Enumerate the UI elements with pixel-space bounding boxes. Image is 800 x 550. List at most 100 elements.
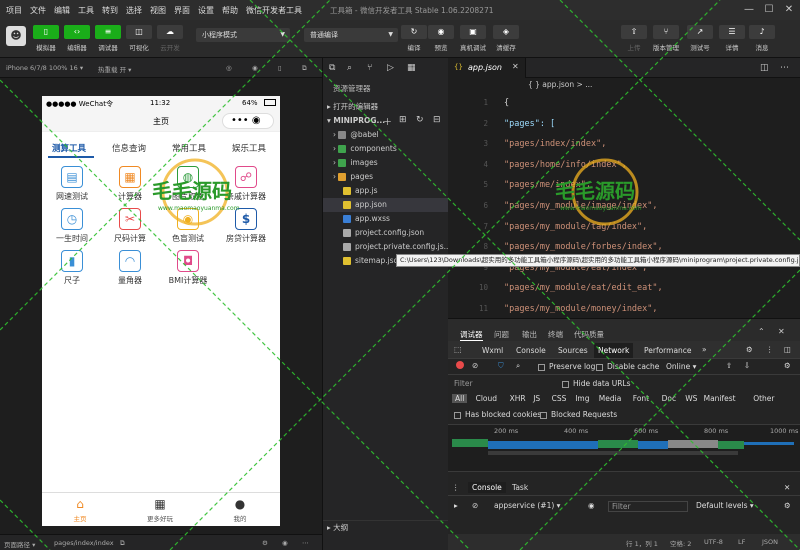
tool-item[interactable]: ▮ 尺子 xyxy=(44,250,100,286)
type-filter-xhr[interactable]: XHR xyxy=(510,394,526,403)
settings-icon[interactable]: ⚙ xyxy=(784,361,791,370)
tool-item[interactable]: ▤ 网速测试 xyxy=(44,166,100,202)
simulator-button[interactable]: ▯ 模拟器 xyxy=(30,25,62,52)
visual-button[interactable]: ◫ 可视化 xyxy=(123,25,155,52)
editor-button[interactable]: ‹› 编辑器 xyxy=(61,25,93,52)
eye-icon[interactable]: ◉ xyxy=(282,539,288,547)
new-folder-icon[interactable]: ⊞ xyxy=(399,115,407,125)
disable-cache-checkbox[interactable]: Disable cache xyxy=(596,362,659,371)
target-icon[interactable]: ◎ xyxy=(226,64,232,72)
settings-icon[interactable]: ⚙ xyxy=(262,539,268,547)
type-filter-js[interactable]: JS xyxy=(533,394,540,403)
tool-item[interactable]: ◷ 一生时间 xyxy=(44,208,100,244)
inspect-icon[interactable]: ⬚ xyxy=(454,345,462,354)
hide-data-urls-checkbox[interactable]: Hide data URLs xyxy=(562,379,631,388)
settings-icon[interactable]: ⚙ xyxy=(784,501,791,510)
clear-cache-button[interactable]: ◈ 清缓存 xyxy=(490,25,522,52)
type-filter-media[interactable]: Media xyxy=(599,394,622,403)
tab-console[interactable]: Console xyxy=(516,346,546,355)
filter-input[interactable]: Filter xyxy=(454,379,554,390)
copy-icon[interactable]: ⧉ xyxy=(120,539,125,548)
hotreload-select[interactable]: 热重载 开 ▾ xyxy=(98,64,131,74)
menu-item-devtools[interactable]: 微信开发者工具 xyxy=(246,5,302,16)
code-line[interactable]: "pages/my_module/money/index", xyxy=(504,304,658,314)
version-button[interactable]: ⑂ 版本管理 xyxy=(650,25,682,52)
dock-icon[interactable]: ◫ xyxy=(784,345,791,354)
capsule-button[interactable]: ••• ◉ xyxy=(222,113,274,129)
bottom-tab-home[interactable]: ⌂ 主页 xyxy=(50,496,110,523)
preserve-log-checkbox[interactable]: Preserve log xyxy=(538,362,595,371)
code-line[interactable]: "pages/home/info/index", xyxy=(504,160,627,170)
tool-item[interactable]: ◘ BMI计算器 xyxy=(160,250,216,286)
menu-item-tools[interactable]: 工具 xyxy=(78,5,94,16)
sidebar-toggle-icon[interactable]: ▸ xyxy=(454,501,458,510)
bottom-tab-more[interactable]: ▦ 更多好玩 xyxy=(130,496,190,523)
mode-select[interactable]: 小程序模式 ▼ xyxy=(196,28,290,42)
type-filter-cloud[interactable]: Cloud xyxy=(476,394,497,403)
tab-output[interactable]: 输出 xyxy=(522,329,537,340)
minimize-icon[interactable]: — xyxy=(742,3,756,17)
menu-item-edit[interactable]: 编辑 xyxy=(54,5,70,16)
type-filter-doc[interactable]: Doc xyxy=(662,394,677,403)
code-line[interactable]: "pages": [ xyxy=(504,119,555,129)
cloud-button[interactable]: ☁ 云开发 xyxy=(154,25,186,52)
settings-icon[interactable]: ⚙ xyxy=(746,345,753,354)
file-item[interactable]: project.config.json xyxy=(323,226,449,240)
tool-item[interactable]: ✂ 尺码计算 xyxy=(102,208,158,244)
tab-debugger[interactable]: 调试器 xyxy=(460,329,483,341)
details-button[interactable]: ☰ 详情 xyxy=(716,25,748,52)
blocked-requests-checkbox[interactable]: Blocked Requests xyxy=(540,410,617,419)
filter-icon[interactable]: ⛉ xyxy=(498,361,504,371)
type-filter-all[interactable]: All xyxy=(452,394,468,403)
tab-common-tools[interactable]: 常用工具 xyxy=(172,142,206,154)
file-item[interactable]: project.private.config.js... xyxy=(323,240,449,254)
more-tabs-icon[interactable]: » xyxy=(702,345,707,354)
tab-network[interactable]: Network xyxy=(594,343,634,358)
tool-item[interactable]: ▦ 计算器 xyxy=(102,166,158,202)
maximize-icon[interactable]: ☐ xyxy=(762,3,776,17)
search-icon[interactable]: ⌕ xyxy=(347,63,352,73)
context-select[interactable]: appservice (#1) ▾ xyxy=(494,501,560,510)
menu-item-file[interactable]: 文件 xyxy=(30,5,46,16)
clear-icon[interactable]: ⊘ xyxy=(472,501,478,510)
language-mode[interactable]: JSON xyxy=(762,538,778,546)
indent-setting[interactable]: 空格: 2 xyxy=(670,538,691,548)
popout-icon[interactable]: ⧉ xyxy=(302,64,307,73)
drawer-tab-console[interactable]: Console xyxy=(468,482,506,493)
type-filter-ws[interactable]: WS xyxy=(685,394,697,403)
code-line[interactable]: "pages/my_module/image/index", xyxy=(504,201,658,211)
avatar[interactable]: ☻ xyxy=(6,26,26,46)
extensions-icon[interactable]: ▦ xyxy=(407,63,416,73)
drawer-menu-icon[interactable]: ⋮ xyxy=(452,483,460,492)
debugger-button[interactable]: ≡ 调试器 xyxy=(92,25,124,52)
close-icon[interactable]: ✕ xyxy=(782,3,796,17)
code-line[interactable]: "pages/my_module/eat/edit_eat", xyxy=(504,283,663,293)
tab-performance[interactable]: Performance xyxy=(644,346,692,355)
file-item[interactable]: app.wxss xyxy=(323,212,449,226)
record-icon[interactable]: ◉ xyxy=(252,64,258,72)
close-icon[interactable]: ✕ xyxy=(778,327,785,336)
tab-calc-tools[interactable]: 测算工具 xyxy=(52,142,86,154)
editor-tab-app-json[interactable]: {} app.json ✕ xyxy=(448,58,526,78)
tool-item[interactable]: ◍ 图片取色 xyxy=(160,166,216,202)
tab-info-query[interactable]: 信息查询 xyxy=(112,142,146,154)
code-line[interactable]: "pages/me/index", xyxy=(504,180,591,190)
device-select[interactable]: iPhone 6/7/8 100% 16 ▾ xyxy=(6,64,83,72)
folder-item[interactable]: › @babel xyxy=(323,128,449,142)
type-filter-img[interactable]: Img xyxy=(575,394,589,403)
menu-item-goto[interactable]: 转到 xyxy=(102,5,118,16)
eye-icon[interactable]: ◉ xyxy=(588,501,595,510)
search-icon[interactable]: ⌕ xyxy=(516,361,520,371)
menu-item-project[interactable]: 项目 xyxy=(6,5,22,16)
collapse-icon[interactable]: ⌃ xyxy=(758,327,765,336)
tab-sources[interactable]: Sources xyxy=(558,346,588,355)
import-icon[interactable]: ⇧ xyxy=(726,361,732,370)
files-icon[interactable]: ⧉ xyxy=(329,63,335,73)
more-icon[interactable]: ⋯ xyxy=(302,539,309,547)
compile-select[interactable]: 普通编译 ▼ xyxy=(304,28,398,42)
test-account-button[interactable]: ↗ 测试号 xyxy=(684,25,716,52)
tool-item[interactable]: ☍ 亲戚计算器 xyxy=(218,166,274,202)
line-ending[interactable]: LF xyxy=(738,538,745,546)
type-filter-other[interactable]: Other xyxy=(753,394,774,403)
menu-item-view[interactable]: 视图 xyxy=(150,5,166,16)
